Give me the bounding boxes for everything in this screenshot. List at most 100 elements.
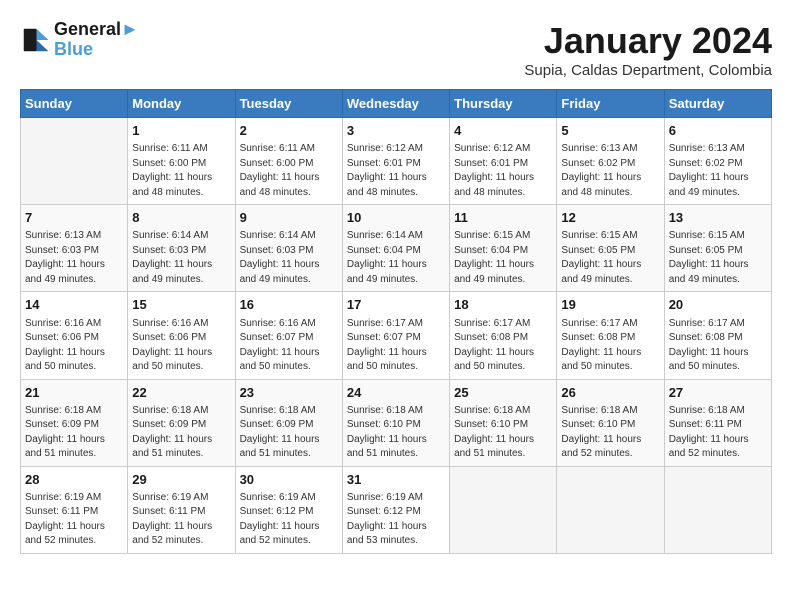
day-info: Sunrise: 6:14 AM Sunset: 6:03 PM Dayligh… <box>132 229 230 287</box>
day-number: 27 <box>669 384 767 402</box>
day-info: Sunrise: 6:12 AM Sunset: 6:01 PM Dayligh… <box>347 142 445 200</box>
day-number: 13 <box>669 209 767 227</box>
day-info: Sunrise: 6:18 AM Sunset: 6:10 PM Dayligh… <box>561 404 659 462</box>
day-number: 29 <box>132 471 230 489</box>
day-number: 12 <box>561 209 659 227</box>
day-number: 3 <box>347 122 445 140</box>
calendar-cell: 14 Sunrise: 6:16 AM Sunset: 6:06 PM Dayli… <box>21 292 128 379</box>
calendar-week-2: 7Sunrise: 6:13 AM Sunset: 6:03 PM Daylig… <box>21 205 772 292</box>
day-number: 21 <box>25 384 123 402</box>
day-number: 8 <box>132 209 230 227</box>
logo-text: General► Blue <box>54 20 139 60</box>
day-info: Sunrise: 6:17 AM Sunset: 6:08 PM Dayligh… <box>561 317 659 375</box>
calendar-body: 1 Sunrise: 6:11 AM Sunset: 6:00 PM Daylig… <box>21 118 772 554</box>
calendar-cell: 21 Sunrise: 6:18 AM Sunset: 6:09 PM Dayli… <box>21 379 128 466</box>
calendar-cell: 20Sunrise: 6:17 AM Sunset: 6:08 PM Dayli… <box>664 292 771 379</box>
day-number: 2 <box>240 122 338 140</box>
calendar-cell: 25 Sunrise: 6:18 AM Sunset: 6:10 PM Dayli… <box>450 379 557 466</box>
day-number: 19 <box>561 296 659 314</box>
day-number: 16 <box>240 296 338 314</box>
day-info: Sunrise: 6:16 AM Sunset: 6:06 PM Dayligh… <box>25 317 123 375</box>
day-info: Sunrise: 6:17 AM Sunset: 6:08 PM Dayligh… <box>669 317 767 375</box>
day-info: Sunrise: 6:17 AM Sunset: 6:08 PM Dayligh… <box>454 317 552 375</box>
calendar-cell: 10Sunrise: 6:14 AM Sunset: 6:04 PM Dayli… <box>342 205 449 292</box>
day-header-thursday: Thursday <box>450 90 557 118</box>
day-number: 6 <box>669 122 767 140</box>
calendar-cell: 27 Sunrise: 6:18 AM Sunset: 6:11 PM Dayli… <box>664 379 771 466</box>
calendar-cell: 2 Sunrise: 6:11 AM Sunset: 6:00 PM Daylig… <box>235 118 342 205</box>
day-info: Sunrise: 6:16 AM Sunset: 6:06 PM Dayligh… <box>132 317 230 375</box>
calendar-week-4: 21 Sunrise: 6:18 AM Sunset: 6:09 PM Dayli… <box>21 379 772 466</box>
day-number: 17 <box>347 296 445 314</box>
day-number: 22 <box>132 384 230 402</box>
calendar-cell: 4Sunrise: 6:12 AM Sunset: 6:01 PM Daylig… <box>450 118 557 205</box>
calendar-week-1: 1 Sunrise: 6:11 AM Sunset: 6:00 PM Daylig… <box>21 118 772 205</box>
calendar-cell: 30 Sunrise: 6:19 AM Sunset: 6:12 PM Dayli… <box>235 466 342 553</box>
day-info: Sunrise: 6:18 AM Sunset: 6:10 PM Dayligh… <box>454 404 552 462</box>
day-info: Sunrise: 6:19 AM Sunset: 6:11 PM Dayligh… <box>25 491 123 549</box>
day-number: 4 <box>454 122 552 140</box>
calendar-cell: 3 Sunrise: 6:12 AM Sunset: 6:01 PM Daylig… <box>342 118 449 205</box>
day-info: Sunrise: 6:17 AM Sunset: 6:07 PM Dayligh… <box>347 317 445 375</box>
calendar-cell <box>557 466 664 553</box>
day-info: Sunrise: 6:19 AM Sunset: 6:12 PM Dayligh… <box>240 491 338 549</box>
calendar-week-5: 28Sunrise: 6:19 AM Sunset: 6:11 PM Dayli… <box>21 466 772 553</box>
day-info: Sunrise: 6:16 AM Sunset: 6:07 PM Dayligh… <box>240 317 338 375</box>
calendar-cell: 26Sunrise: 6:18 AM Sunset: 6:10 PM Dayli… <box>557 379 664 466</box>
day-number: 5 <box>561 122 659 140</box>
day-info: Sunrise: 6:19 AM Sunset: 6:12 PM Dayligh… <box>347 491 445 549</box>
day-info: Sunrise: 6:11 AM Sunset: 6:00 PM Dayligh… <box>240 142 338 200</box>
calendar-cell: 1 Sunrise: 6:11 AM Sunset: 6:00 PM Daylig… <box>128 118 235 205</box>
header: General► Blue January 2024 Supia, Caldas… <box>20 20 772 79</box>
calendar-cell <box>664 466 771 553</box>
day-header-tuesday: Tuesday <box>235 90 342 118</box>
logo-icon <box>20 25 50 55</box>
calendar-cell: 11Sunrise: 6:15 AM Sunset: 6:04 PM Dayli… <box>450 205 557 292</box>
calendar-cell: 12 Sunrise: 6:15 AM Sunset: 6:05 PM Dayli… <box>557 205 664 292</box>
calendar-cell: 8 Sunrise: 6:14 AM Sunset: 6:03 PM Daylig… <box>128 205 235 292</box>
logo: General► Blue <box>20 20 139 60</box>
day-info: Sunrise: 6:19 AM Sunset: 6:11 PM Dayligh… <box>132 491 230 549</box>
day-header-sunday: Sunday <box>21 90 128 118</box>
day-info: Sunrise: 6:18 AM Sunset: 6:09 PM Dayligh… <box>25 404 123 462</box>
day-number: 23 <box>240 384 338 402</box>
day-number: 25 <box>454 384 552 402</box>
calendar-cell: 7Sunrise: 6:13 AM Sunset: 6:03 PM Daylig… <box>21 205 128 292</box>
subtitle: Supia, Caldas Department, Colombia <box>524 62 772 79</box>
day-info: Sunrise: 6:13 AM Sunset: 6:02 PM Dayligh… <box>561 142 659 200</box>
calendar-cell: 6Sunrise: 6:13 AM Sunset: 6:02 PM Daylig… <box>664 118 771 205</box>
title-area: January 2024 Supia, Caldas Department, C… <box>524 20 772 79</box>
day-number: 15 <box>132 296 230 314</box>
day-info: Sunrise: 6:13 AM Sunset: 6:03 PM Dayligh… <box>25 229 123 287</box>
day-header-friday: Friday <box>557 90 664 118</box>
day-info: Sunrise: 6:15 AM Sunset: 6:04 PM Dayligh… <box>454 229 552 287</box>
day-info: Sunrise: 6:15 AM Sunset: 6:05 PM Dayligh… <box>561 229 659 287</box>
calendar-cell: 22 Sunrise: 6:18 AM Sunset: 6:09 PM Dayli… <box>128 379 235 466</box>
calendar-cell: 28Sunrise: 6:19 AM Sunset: 6:11 PM Dayli… <box>21 466 128 553</box>
day-header-monday: Monday <box>128 90 235 118</box>
day-number: 30 <box>240 471 338 489</box>
calendar-cell <box>21 118 128 205</box>
day-info: Sunrise: 6:11 AM Sunset: 6:00 PM Dayligh… <box>132 142 230 200</box>
calendar-cell: 13Sunrise: 6:15 AM Sunset: 6:05 PM Dayli… <box>664 205 771 292</box>
calendar-cell: 18Sunrise: 6:17 AM Sunset: 6:08 PM Dayli… <box>450 292 557 379</box>
calendar-header-row: SundayMondayTuesdayWednesdayThursdayFrid… <box>21 90 772 118</box>
calendar-cell: 31Sunrise: 6:19 AM Sunset: 6:12 PM Dayli… <box>342 466 449 553</box>
calendar-table: SundayMondayTuesdayWednesdayThursdayFrid… <box>20 89 772 554</box>
day-info: Sunrise: 6:14 AM Sunset: 6:04 PM Dayligh… <box>347 229 445 287</box>
calendar-cell: 17 Sunrise: 6:17 AM Sunset: 6:07 PM Dayli… <box>342 292 449 379</box>
day-number: 1 <box>132 122 230 140</box>
day-info: Sunrise: 6:18 AM Sunset: 6:09 PM Dayligh… <box>132 404 230 462</box>
day-number: 9 <box>240 209 338 227</box>
calendar-cell: 9Sunrise: 6:14 AM Sunset: 6:03 PM Daylig… <box>235 205 342 292</box>
day-info: Sunrise: 6:18 AM Sunset: 6:09 PM Dayligh… <box>240 404 338 462</box>
day-header-saturday: Saturday <box>664 90 771 118</box>
calendar-cell: 24Sunrise: 6:18 AM Sunset: 6:10 PM Dayli… <box>342 379 449 466</box>
month-title: January 2024 <box>524 20 772 62</box>
day-info: Sunrise: 6:18 AM Sunset: 6:11 PM Dayligh… <box>669 404 767 462</box>
calendar-cell: 16 Sunrise: 6:16 AM Sunset: 6:07 PM Dayli… <box>235 292 342 379</box>
calendar-cell: 15 Sunrise: 6:16 AM Sunset: 6:06 PM Dayli… <box>128 292 235 379</box>
day-number: 24 <box>347 384 445 402</box>
day-number: 14 <box>25 296 123 314</box>
calendar-week-3: 14 Sunrise: 6:16 AM Sunset: 6:06 PM Dayli… <box>21 292 772 379</box>
